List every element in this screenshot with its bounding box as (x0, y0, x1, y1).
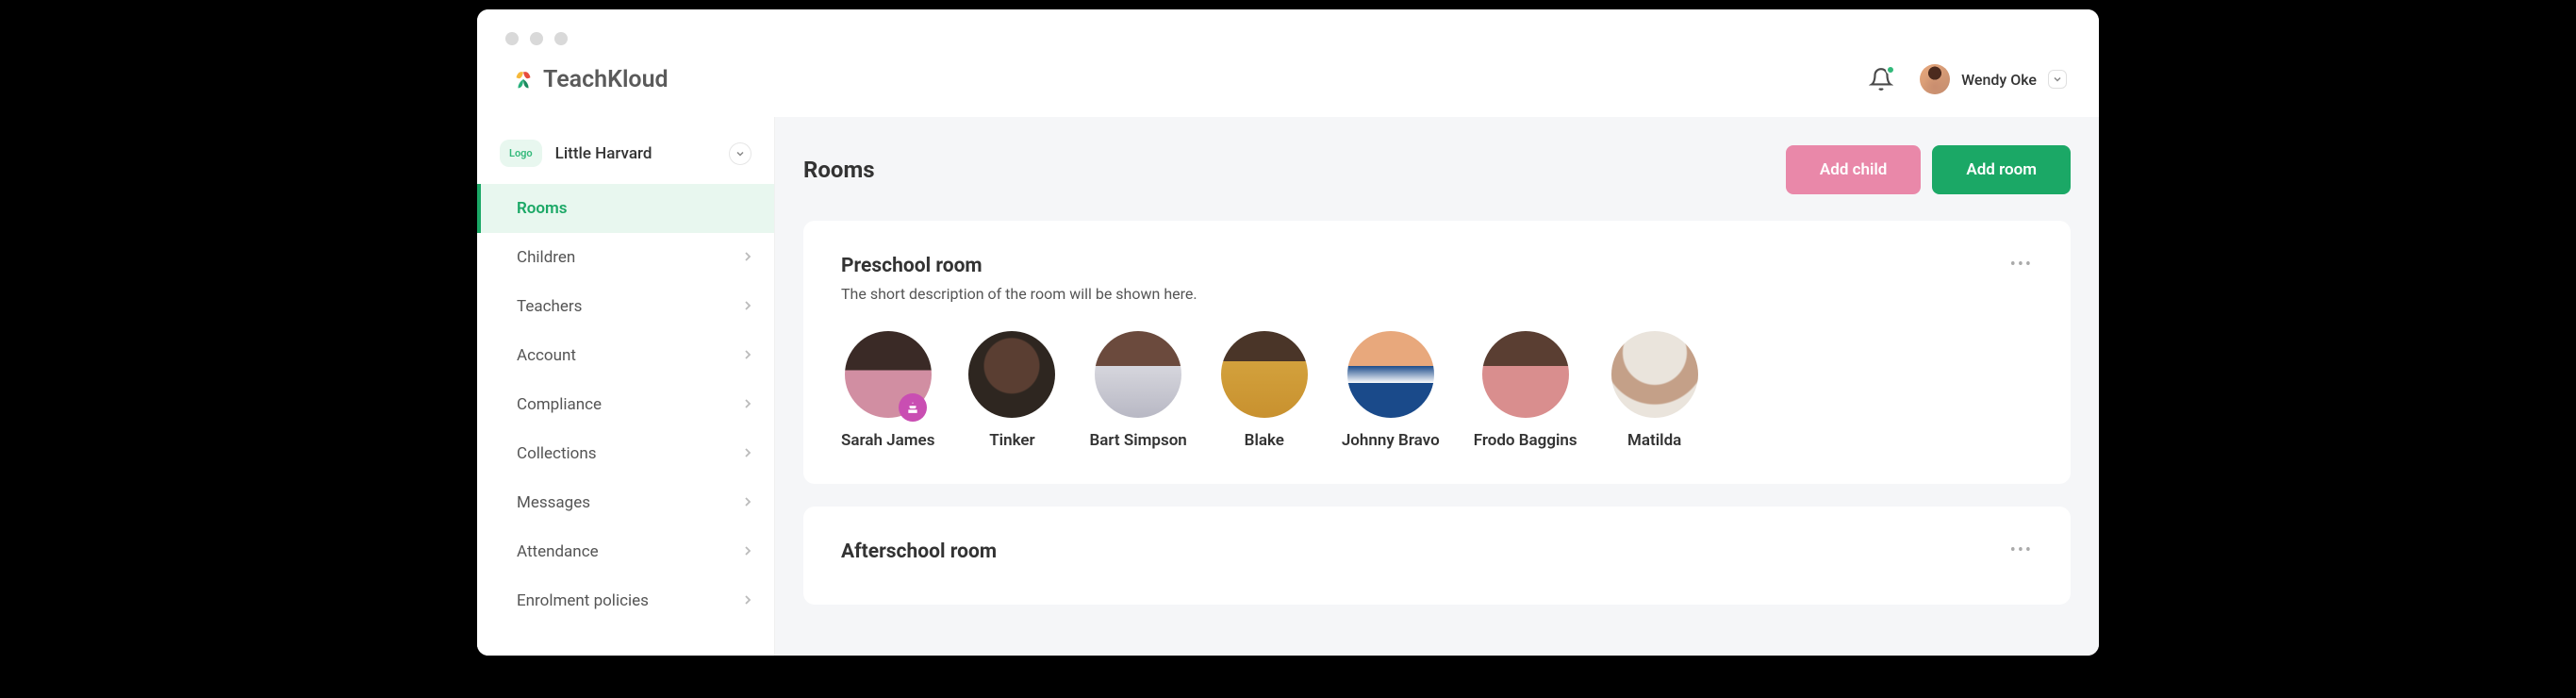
sidebar-item-rooms[interactable]: Rooms (477, 184, 774, 233)
chevron-down-icon (729, 142, 751, 165)
child-avatar (1482, 331, 1569, 418)
child-name: Matilda (1627, 431, 1681, 450)
rooms-list: Preschool room The short description of t… (803, 221, 2071, 605)
sidebar-nav: Rooms Children Teachers Account Compliance Co… (477, 184, 774, 625)
window-dot (554, 32, 568, 45)
sidebar-item-label: Children (517, 248, 575, 267)
school-logo-pill: Logo (500, 140, 542, 167)
sidebar-item-label: Rooms (517, 199, 568, 218)
topbar-right: Wendy Oke (1869, 64, 2067, 94)
sidebar-item-children[interactable]: Children (477, 233, 774, 282)
header-actions: Add child Add room (1786, 145, 2071, 194)
child-avatar (1095, 331, 1181, 418)
sidebar-item-compliance[interactable]: Compliance (477, 380, 774, 429)
window-dot (505, 32, 519, 45)
notification-badge (1886, 65, 1895, 75)
sidebar-item-collections[interactable]: Collections (477, 429, 774, 478)
child-avatar (1347, 331, 1434, 418)
chevron-right-icon (744, 493, 751, 512)
more-options-icon[interactable]: ••• (2010, 255, 2033, 274)
chevron-right-icon (744, 297, 751, 316)
main-header: Rooms Add child Add room (803, 145, 2071, 194)
brand-name: TeachKloud (543, 66, 669, 93)
sidebar-item-label: Compliance (517, 395, 602, 414)
child-name: Frodo Baggins (1474, 431, 1577, 450)
child-avatar (968, 331, 1055, 418)
child-name: Bart Simpson (1089, 431, 1186, 450)
sidebar-item-attendance[interactable]: Attendance (477, 527, 774, 576)
sidebar-item-label: Messages (517, 493, 590, 512)
chevron-right-icon (744, 591, 751, 610)
child-name: Johnny Bravo (1342, 431, 1440, 450)
room-card: Preschool room The short description of t… (803, 221, 2071, 484)
sidebar-item-messages[interactable]: Messages (477, 478, 774, 527)
more-options-icon[interactable]: ••• (2010, 540, 2033, 560)
user-avatar (1920, 64, 1950, 94)
children-row: Sarah James Tinker Bart Simpson Blake Johnny… (841, 331, 2033, 450)
chevron-right-icon (744, 542, 751, 561)
chevron-right-icon (744, 444, 751, 463)
brand-logo[interactable]: TeachKloud (509, 65, 669, 93)
content-area: Logo Little Harvard Rooms Children Teacher… (477, 117, 2099, 656)
room-title: Afterschool room (841, 540, 997, 563)
child-name: Tinker (989, 431, 1034, 450)
page-title: Rooms (803, 157, 875, 183)
child-card[interactable]: Bart Simpson (1089, 331, 1186, 450)
sidebar-item-enrolment-policies[interactable]: Enrolment policies (477, 576, 774, 625)
window-controls (477, 9, 2099, 60)
sidebar-item-label: Collections (517, 444, 597, 463)
sidebar-item-label: Teachers (517, 297, 582, 316)
sidebar: Logo Little Harvard Rooms Children Teacher… (477, 117, 775, 656)
sidebar-item-account[interactable]: Account (477, 331, 774, 380)
chevron-right-icon (744, 248, 751, 267)
chevron-right-icon (744, 346, 751, 365)
main-content: Rooms Add child Add room Preschool room T… (775, 117, 2099, 656)
topbar: TeachKloud Wendy Oke (477, 60, 2099, 117)
sidebar-item-label: Attendance (517, 542, 599, 561)
child-card[interactable]: Matilda (1611, 331, 1698, 450)
room-description: The short description of the room will b… (841, 285, 1197, 303)
brand-logo-icon (509, 65, 537, 93)
school-selector[interactable]: Logo Little Harvard (500, 140, 751, 167)
chevron-right-icon (744, 395, 751, 414)
child-name: Sarah James (841, 431, 934, 450)
room-card: Afterschool room ••• (803, 507, 2071, 605)
sidebar-item-label: Enrolment policies (517, 591, 649, 610)
child-card[interactable]: Tinker (968, 331, 1055, 450)
user-name: Wendy Oke (1961, 71, 2037, 89)
add-room-button[interactable]: Add room (1932, 145, 2071, 194)
chevron-down-icon (2048, 70, 2067, 89)
notification-bell-icon[interactable] (1869, 67, 1893, 91)
room-card-header: Preschool room The short description of t… (841, 255, 2033, 331)
child-card[interactable]: Johnny Bravo (1342, 331, 1440, 450)
child-name: Blake (1245, 431, 1284, 450)
room-title: Preschool room (841, 255, 1197, 277)
sidebar-item-teachers[interactable]: Teachers (477, 282, 774, 331)
sidebar-item-label: Account (517, 346, 576, 365)
child-card[interactable]: Blake (1221, 331, 1308, 450)
birthday-badge-icon (899, 393, 927, 422)
child-avatar (1611, 331, 1698, 418)
window-dot (530, 32, 543, 45)
child-avatar (1221, 331, 1308, 418)
app-window: TeachKloud Wendy Oke Logo L (477, 9, 2099, 656)
user-menu[interactable]: Wendy Oke (1920, 64, 2067, 94)
add-child-button[interactable]: Add child (1786, 145, 1921, 194)
school-name: Little Harvard (555, 144, 716, 163)
child-card[interactable]: Sarah James (841, 331, 934, 450)
child-card[interactable]: Frodo Baggins (1474, 331, 1577, 450)
room-card-header: Afterschool room ••• (841, 540, 2033, 571)
